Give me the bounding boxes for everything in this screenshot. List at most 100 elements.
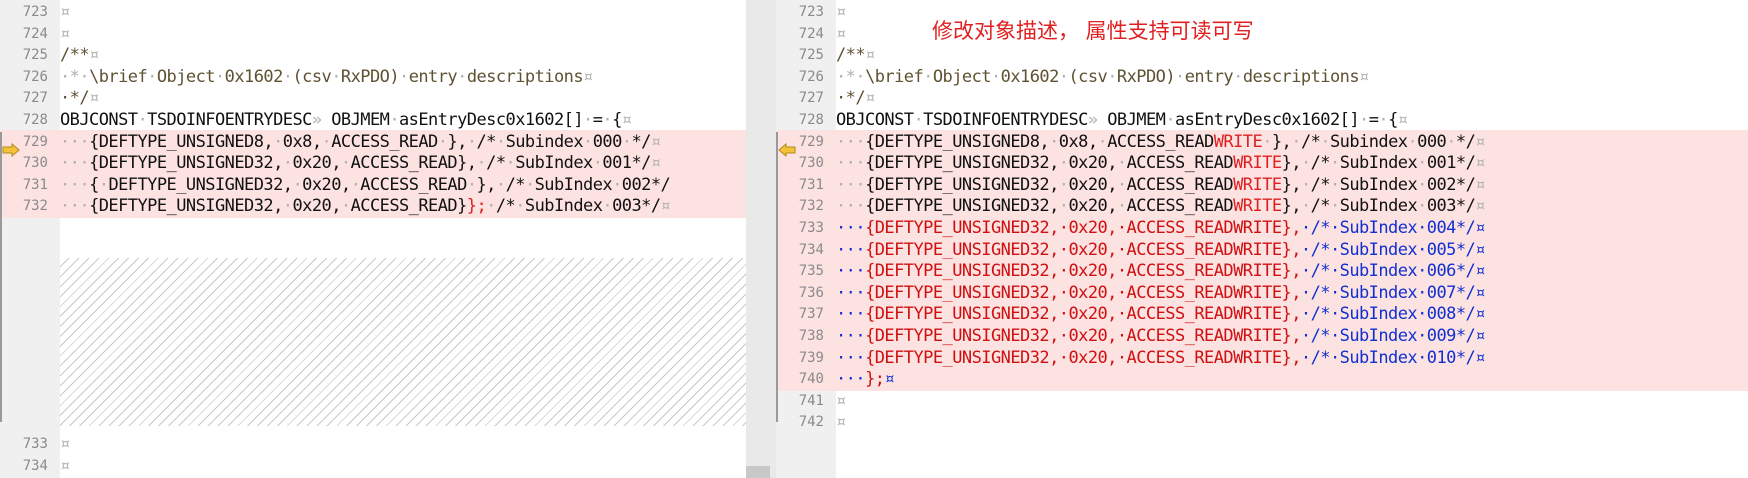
code-token: WRITE bbox=[1213, 131, 1263, 152]
code-token: ··· bbox=[836, 174, 866, 195]
code-token: }, bbox=[1271, 131, 1292, 152]
right-change-range-marker bbox=[776, 132, 778, 422]
code-line[interactable]: 741 ¤ bbox=[776, 389, 1748, 413]
line-number: 737 bbox=[798, 306, 824, 323]
code-line[interactable]: 729 ···{DEFTYPE_UNSIGNED8,·0x8,·ACCESS_RE… bbox=[0, 129, 746, 154]
code-token: · bbox=[273, 131, 283, 152]
code-token: 003*/ bbox=[1426, 196, 1476, 217]
code-line[interactable]: 728 OBJCONST·TSDOINFOENTRYDESC» OBJMEM·as… bbox=[776, 108, 1748, 132]
code-token: » bbox=[1087, 110, 1098, 130]
code-token: ·*· bbox=[836, 66, 866, 87]
line-code: ···{DEFTYPE_UNSIGNED32,·0x20,·ACCESS_REA… bbox=[836, 238, 1485, 262]
code-token: ··· bbox=[836, 261, 866, 282]
code-token: ··· bbox=[836, 218, 866, 238]
code-token: ··· bbox=[836, 347, 866, 368]
code-line[interactable]: 732 ···{DEFTYPE_UNSIGNED32,·0x20,·ACCESS_… bbox=[0, 194, 746, 219]
code-token: /* bbox=[1310, 153, 1331, 174]
code-token: TSDOINFOENTRYDESC bbox=[923, 110, 1088, 130]
code-token: · bbox=[1165, 110, 1175, 130]
code-token: · bbox=[340, 196, 351, 217]
code-token: 002*/ bbox=[621, 174, 671, 195]
code-token: ··· bbox=[836, 304, 866, 325]
code-line[interactable]: 738 ···{DEFTYPE_UNSIGNED32,·0x20,·ACCESS_… bbox=[776, 324, 1748, 348]
code-token: }, bbox=[1281, 196, 1302, 217]
splitter-scroll-thumb[interactable] bbox=[746, 466, 770, 478]
code-token: ·/*·SubIndex·004*/¤ bbox=[1300, 218, 1486, 238]
diff-arrow-left-icon[interactable] bbox=[778, 143, 796, 157]
line-number: 731 bbox=[22, 176, 48, 193]
code-line[interactable]: 733 ¤ bbox=[0, 432, 746, 456]
line-code: ···{DEFTYPE_UNSIGNED32,·0x20,·ACCESS_REA… bbox=[60, 151, 661, 175]
code-line[interactable]: 724 ¤ bbox=[0, 22, 746, 46]
code-line[interactable]: 729 ···{DEFTYPE_UNSIGNED8,·0x8,·ACCESS_RE… bbox=[776, 129, 1748, 154]
code-token: ¤ bbox=[1475, 196, 1485, 217]
code-token: ··· bbox=[836, 326, 866, 346]
code-line[interactable]: 731 ···{·DEFTYPE_UNSIGNED32,·0x20,·ACCESS… bbox=[0, 172, 746, 197]
code-line[interactable]: 723 ¤ bbox=[776, 0, 1748, 24]
code-line[interactable]: 731 ···{DEFTYPE_UNSIGNED32,·0x20,·ACCESS_… bbox=[776, 172, 1748, 197]
code-line[interactable]: 727 ·*/¤ bbox=[776, 86, 1748, 110]
code-token: /** bbox=[60, 45, 90, 66]
code-line[interactable]: 735 ···{DEFTYPE_UNSIGNED32,·0x20,·ACCESS_… bbox=[776, 259, 1748, 284]
code-token: · bbox=[1291, 131, 1301, 152]
code-token: ¤ bbox=[1475, 174, 1485, 195]
code-token: · bbox=[466, 131, 477, 152]
code-token: · bbox=[137, 110, 148, 130]
code-token: · bbox=[923, 66, 933, 87]
code-line[interactable]: 742 ¤ bbox=[776, 410, 1748, 434]
code-token: · bbox=[1262, 131, 1272, 152]
code-line[interactable]: 725 /**¤ bbox=[0, 43, 746, 67]
code-token: /* bbox=[476, 131, 497, 152]
line-code: ···{DEFTYPE_UNSIGNED32,·0x20,·ACCESS_REA… bbox=[836, 216, 1485, 240]
code-token: ·*· bbox=[60, 66, 90, 87]
left-diff-pane[interactable]: 723 ¤ 724 ¤ 725/**¤ 726 ·*·\brief·Object·0x160… bbox=[0, 0, 746, 478]
code-line[interactable]: 739 ···{DEFTYPE_UNSIGNED32,·0x20,·ACCESS_… bbox=[776, 345, 1748, 370]
line-code: ¤ bbox=[836, 22, 846, 46]
line-number: 732 bbox=[22, 198, 48, 215]
code-line[interactable]: 726 ·*·\brief·Object·0x1602·(csv·RxPDO)·e… bbox=[0, 65, 746, 89]
code-token: /* bbox=[486, 153, 506, 174]
code-token: {DEFTYPE_UNSIGNED32, bbox=[865, 153, 1059, 174]
code-token: · bbox=[1175, 66, 1185, 87]
code-token: 0x20, bbox=[1068, 196, 1117, 217]
code-line[interactable]: 734 ···{DEFTYPE_UNSIGNED32,·0x20,·ACCESS_… bbox=[776, 237, 1748, 262]
code-token: · bbox=[583, 110, 593, 130]
code-token: ACCESS_READ bbox=[1107, 131, 1214, 152]
diff-arrow-right-icon[interactable] bbox=[2, 143, 20, 157]
code-token: · bbox=[1058, 66, 1069, 87]
code-line[interactable]: 736 ···{DEFTYPE_UNSIGNED32,·0x20,·ACCESS_… bbox=[776, 280, 1748, 305]
code-token: OBJCONST bbox=[836, 110, 914, 130]
code-line[interactable]: 728 OBJCONST·TSDOINFOENTRYDESC» OBJMEM·as… bbox=[0, 108, 746, 132]
code-token: ·*/ bbox=[836, 88, 866, 109]
code-line[interactable]: 723 ¤ bbox=[0, 0, 746, 24]
code-line[interactable]: 732 ···{DEFTYPE_UNSIGNED32,·0x20,·ACCESS_… bbox=[776, 194, 1748, 219]
code-token: {DEFTYPE_UNSIGNED32,·0x20,·ACCESS_READWR… bbox=[865, 326, 1301, 346]
code-token: · bbox=[1330, 196, 1340, 217]
line-number: 742 bbox=[798, 414, 824, 431]
right-diff-pane[interactable]: 723 ¤ 724 ¤ 725/**¤ 726 ·*·\brief·Object·0x160… bbox=[776, 0, 1748, 478]
code-line[interactable]: 734 ¤ bbox=[0, 454, 746, 478]
code-token: = bbox=[1368, 110, 1379, 130]
code-line[interactable]: 724 ¤ bbox=[776, 22, 1748, 46]
code-token: entry bbox=[1184, 66, 1234, 87]
code-token: OBJMEM bbox=[321, 110, 390, 130]
code-line[interactable]: 727 ·*/¤ bbox=[0, 86, 746, 110]
code-token: ¤ bbox=[836, 23, 846, 44]
code-line[interactable]: 737 ···{DEFTYPE_UNSIGNED32,·0x20,·ACCESS_… bbox=[776, 302, 1748, 327]
code-line[interactable]: 730 ···{DEFTYPE_UNSIGNED32,·0x20,·ACCESS_… bbox=[776, 151, 1748, 176]
code-line[interactable]: 726 ·*·\brief·Object·0x1602·(csv·RxPDO)·e… bbox=[776, 65, 1748, 89]
line-number: 726 bbox=[798, 68, 824, 85]
line-number: 724 bbox=[22, 25, 48, 42]
line-code: /**¤ bbox=[836, 43, 875, 67]
line-number: 725 bbox=[798, 47, 824, 64]
code-line[interactable]: 733 ···{DEFTYPE_UNSIGNED32,·0x20,·ACCESS_… bbox=[776, 216, 1748, 240]
code-token: · bbox=[437, 131, 448, 152]
code-line[interactable]: 740 ···};¤ bbox=[776, 367, 1748, 392]
pane-splitter[interactable] bbox=[746, 0, 776, 478]
code-token: \brief bbox=[865, 66, 924, 87]
code-line[interactable]: 725 /**¤ bbox=[776, 43, 1748, 67]
code-line[interactable]: 730 ···{DEFTYPE_UNSIGNED32,·0x20,·ACCESS_… bbox=[0, 151, 746, 176]
code-token: ··· bbox=[836, 153, 866, 174]
code-token: RxPDO) bbox=[340, 66, 400, 87]
code-token: ¤ bbox=[1397, 110, 1408, 130]
